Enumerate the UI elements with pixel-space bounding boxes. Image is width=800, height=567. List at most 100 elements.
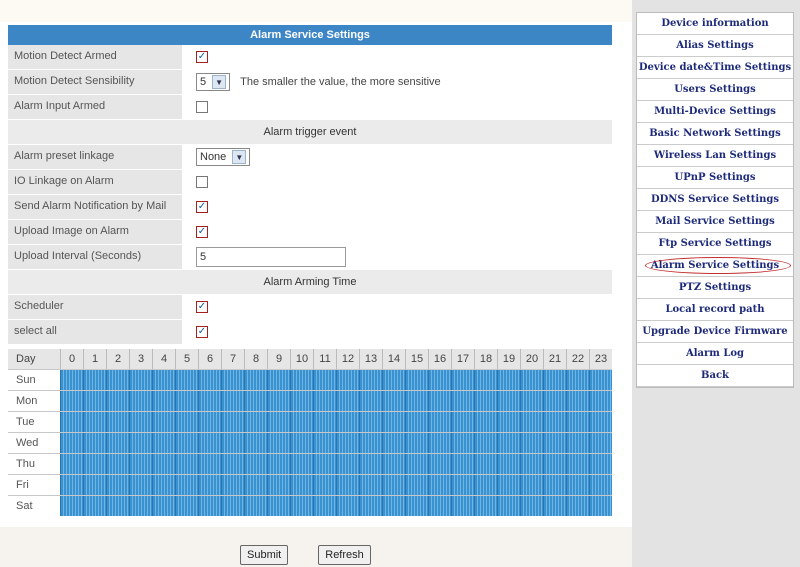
schedule-cell[interactable]: [313, 454, 336, 474]
schedule-cell[interactable]: [566, 496, 589, 516]
schedule-cell[interactable]: [382, 391, 405, 411]
schedule-cell[interactable]: [313, 496, 336, 516]
schedule-cell[interactable]: [428, 391, 451, 411]
schedule-cell[interactable]: [83, 391, 106, 411]
schedule-cell[interactable]: [152, 475, 175, 495]
schedule-cell[interactable]: [336, 433, 359, 453]
schedule-cell[interactable]: [313, 475, 336, 495]
sidebar-item-users-settings[interactable]: Users Settings: [637, 79, 793, 101]
schedule-cell[interactable]: [382, 433, 405, 453]
schedule-cell[interactable]: [520, 391, 543, 411]
schedule-cell[interactable]: [359, 475, 382, 495]
schedule-cell[interactable]: [60, 412, 83, 432]
schedule-cell[interactable]: [359, 391, 382, 411]
schedule-cell[interactable]: [267, 433, 290, 453]
schedule-cell[interactable]: [244, 370, 267, 390]
schedule-cell[interactable]: [221, 433, 244, 453]
schedule-cell[interactable]: [175, 433, 198, 453]
schedule-cell[interactable]: [244, 496, 267, 516]
schedule-cell[interactable]: [267, 391, 290, 411]
schedule-cell[interactable]: [566, 454, 589, 474]
schedule-cell[interactable]: [566, 370, 589, 390]
schedule-cell[interactable]: [152, 433, 175, 453]
schedule-cell[interactable]: [221, 391, 244, 411]
schedule-cell[interactable]: [129, 433, 152, 453]
schedule-cell[interactable]: [244, 433, 267, 453]
schedule-cell[interactable]: [405, 370, 428, 390]
schedule-cell[interactable]: [428, 412, 451, 432]
schedule-cell[interactable]: [129, 475, 152, 495]
schedule-cell[interactable]: [451, 370, 474, 390]
schedule-cell[interactable]: [336, 496, 359, 516]
schedule-cell[interactable]: [589, 370, 612, 390]
schedule-cell[interactable]: [244, 475, 267, 495]
schedule-cell[interactable]: [175, 454, 198, 474]
schedule-cell[interactable]: [152, 454, 175, 474]
schedule-cell[interactable]: [497, 454, 520, 474]
upload-image-checkbox[interactable]: ✓: [196, 226, 208, 238]
schedule-cell[interactable]: [60, 454, 83, 474]
schedule-cell[interactable]: [267, 475, 290, 495]
schedule-cell[interactable]: [428, 433, 451, 453]
schedule-cell[interactable]: [60, 370, 83, 390]
sidebar-item-device-date-time-settings[interactable]: Device date&Time Settings: [637, 57, 793, 79]
sidebar-item-alarm-service-settings[interactable]: Alarm Service Settings: [637, 255, 793, 277]
schedule-cell[interactable]: [83, 370, 106, 390]
schedule-cell[interactable]: [497, 433, 520, 453]
schedule-cell[interactable]: [175, 496, 198, 516]
sidebar-item-mail-service-settings[interactable]: Mail Service Settings: [637, 211, 793, 233]
select-all-checkbox[interactable]: ✓: [196, 326, 208, 338]
sidebar-item-ptz-settings[interactable]: PTZ Settings: [637, 277, 793, 299]
alarm-input-checkbox[interactable]: [196, 101, 208, 113]
schedule-cell[interactable]: [589, 391, 612, 411]
schedule-cell[interactable]: [198, 454, 221, 474]
schedule-cell[interactable]: [428, 475, 451, 495]
schedule-cell[interactable]: [589, 454, 612, 474]
schedule-cell[interactable]: [382, 454, 405, 474]
schedule-cell[interactable]: [221, 370, 244, 390]
schedule-cell[interactable]: [451, 496, 474, 516]
schedule-cell[interactable]: [290, 475, 313, 495]
schedule-cell[interactable]: [474, 454, 497, 474]
schedule-cell[interactable]: [589, 475, 612, 495]
sidebar-item-upgrade-device-firmware[interactable]: Upgrade Device Firmware: [637, 321, 793, 343]
schedule-cell[interactable]: [566, 433, 589, 453]
schedule-cell[interactable]: [60, 391, 83, 411]
schedule-cell[interactable]: [106, 391, 129, 411]
motion-armed-checkbox[interactable]: ✓: [196, 51, 208, 63]
schedule-cell[interactable]: [428, 496, 451, 516]
schedule-cell[interactable]: [474, 475, 497, 495]
schedule-cell[interactable]: [543, 496, 566, 516]
schedule-cell[interactable]: [405, 496, 428, 516]
schedule-cell[interactable]: [543, 454, 566, 474]
schedule-cell[interactable]: [428, 370, 451, 390]
schedule-cell[interactable]: [474, 433, 497, 453]
schedule-cell[interactable]: [198, 391, 221, 411]
schedule-cell[interactable]: [83, 433, 106, 453]
schedule-cell[interactable]: [520, 370, 543, 390]
schedule-cell[interactable]: [221, 475, 244, 495]
schedule-cell[interactable]: [106, 496, 129, 516]
schedule-cell[interactable]: [221, 412, 244, 432]
sidebar-item-ftp-service-settings[interactable]: Ftp Service Settings: [637, 233, 793, 255]
schedule-cell[interactable]: [244, 391, 267, 411]
schedule-cell[interactable]: [405, 391, 428, 411]
schedule-cell[interactable]: [359, 496, 382, 516]
schedule-cell[interactable]: [497, 391, 520, 411]
schedule-cell[interactable]: [290, 370, 313, 390]
schedule-cell[interactable]: [428, 454, 451, 474]
schedule-cell[interactable]: [336, 412, 359, 432]
schedule-cell[interactable]: [474, 496, 497, 516]
upload-interval-input[interactable]: 5: [196, 247, 346, 267]
schedule-cell[interactable]: [382, 370, 405, 390]
schedule-cell[interactable]: [129, 496, 152, 516]
schedule-cell[interactable]: [198, 412, 221, 432]
schedule-cell[interactable]: [474, 412, 497, 432]
schedule-cell[interactable]: [474, 391, 497, 411]
sidebar-item-ddns-service-settings[interactable]: DDNS Service Settings: [637, 189, 793, 211]
sidebar-item-local-record-path[interactable]: Local record path: [637, 299, 793, 321]
schedule-cell[interactable]: [83, 475, 106, 495]
sidebar-item-multi-device-settings[interactable]: Multi-Device Settings: [637, 101, 793, 123]
schedule-cell[interactable]: [267, 496, 290, 516]
schedule-cell[interactable]: [566, 412, 589, 432]
